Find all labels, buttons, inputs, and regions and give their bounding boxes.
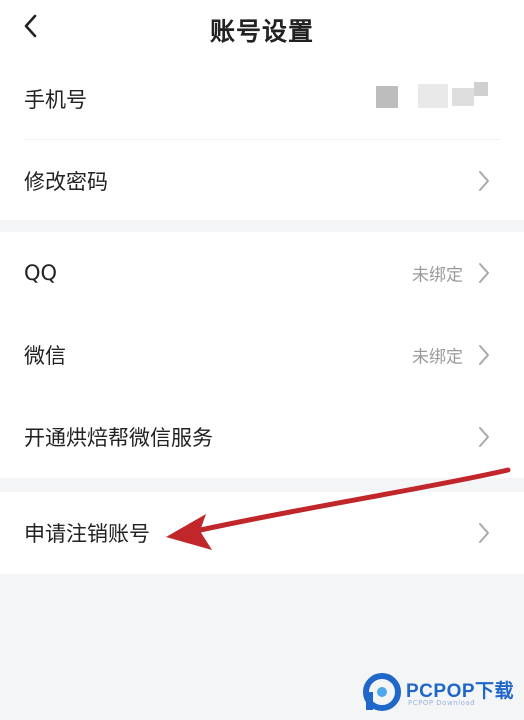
chevron-right-icon	[479, 263, 489, 283]
watermark-subtitle: PCPOP Download	[408, 699, 476, 707]
qq-row[interactable]: QQ 未绑定	[0, 232, 524, 314]
chevron-right-icon	[479, 345, 489, 365]
watermark: PCPOP下载 PCPOP Download	[362, 670, 522, 718]
account-cancel-group: 申请注销账号	[0, 492, 524, 574]
navbar: 账号设置	[0, 0, 524, 58]
phone-row[interactable]: 手机号	[0, 58, 524, 140]
wechat-service-row[interactable]: 开通烘焙帮微信服务	[0, 396, 524, 478]
chevron-right-icon	[479, 523, 489, 543]
security-group: 手机号 修改密码	[0, 58, 524, 220]
chevron-right-icon	[479, 427, 489, 447]
change-password-label: 修改密码	[24, 170, 108, 194]
page-title: 账号设置	[209, 17, 314, 46]
wechat-status: 未绑定	[412, 347, 463, 368]
phone-label: 手机号	[24, 88, 87, 112]
pcpop-logo-icon	[363, 673, 401, 711]
blurred-phone-number	[376, 82, 492, 112]
wechat-label: 微信	[24, 344, 66, 368]
change-password-row[interactable]: 修改密码	[0, 140, 524, 222]
qq-status: 未绑定	[412, 265, 463, 286]
wechat-service-label: 开通烘焙帮微信服务	[24, 426, 213, 450]
wechat-row[interactable]: 微信 未绑定	[0, 314, 524, 396]
qq-label: QQ	[24, 261, 58, 285]
account-settings-page: 账号设置 手机号 修改密码 QQ 未绑定 微信 未绑定 开通烘焙帮微信服务 申请…	[0, 0, 524, 720]
cancel-account-label: 申请注销账号	[24, 522, 150, 546]
binding-group: QQ 未绑定 微信 未绑定 开通烘焙帮微信服务	[0, 232, 524, 478]
chevron-right-icon	[479, 171, 489, 191]
cancel-account-row[interactable]: 申请注销账号	[0, 492, 524, 574]
